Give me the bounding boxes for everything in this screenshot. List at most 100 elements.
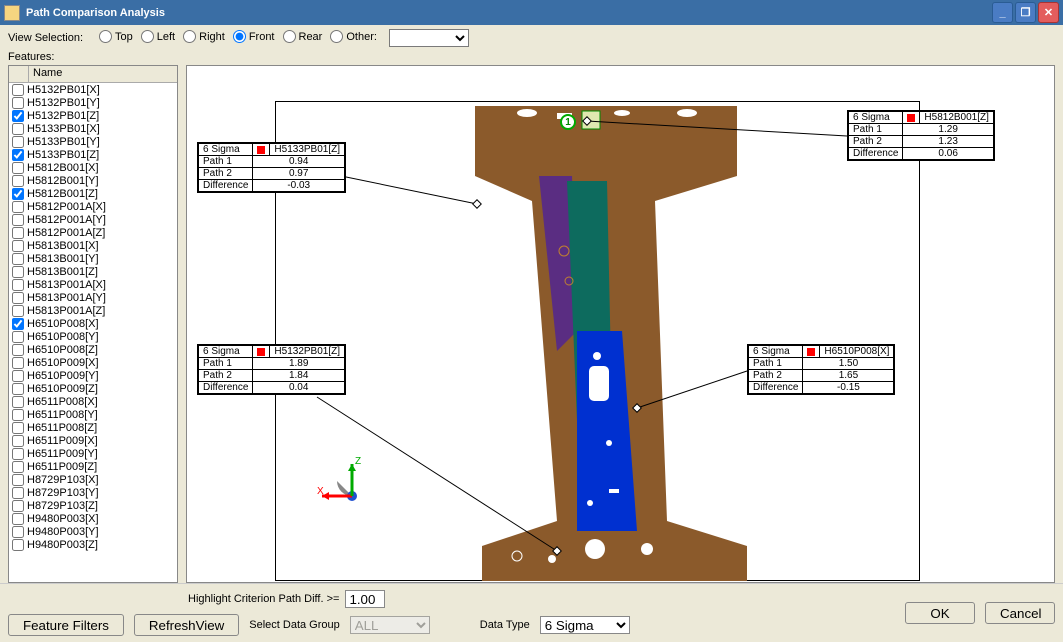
feature-checkbox[interactable]: [12, 162, 24, 174]
feature-checkbox[interactable]: [12, 253, 24, 265]
feature-row[interactable]: H5812B001[Y]: [9, 174, 177, 187]
feature-row[interactable]: H9480P003[X]: [9, 512, 177, 525]
feature-row[interactable]: H5812B001[Z]: [9, 187, 177, 200]
feature-row[interactable]: H6510P008[Y]: [9, 330, 177, 343]
view-radio-left[interactable]: Left: [141, 30, 175, 43]
feature-checkbox[interactable]: [12, 136, 24, 148]
feature-checkbox[interactable]: [12, 435, 24, 447]
callout-c4[interactable]: 6 SigmaH6510P008[X]Path 11.50Path 21.65D…: [747, 344, 895, 395]
cancel-button[interactable]: Cancel: [985, 602, 1055, 624]
feature-filters-button[interactable]: Feature Filters: [8, 614, 124, 636]
feature-row[interactable]: H5133PB01[Y]: [9, 135, 177, 148]
feature-row[interactable]: H9480P003[Y]: [9, 525, 177, 538]
feature-row[interactable]: H6511P009[X]: [9, 434, 177, 447]
feature-row[interactable]: H5813P001A[Z]: [9, 304, 177, 317]
feature-checkbox[interactable]: [12, 487, 24, 499]
feature-row[interactable]: H6511P009[Y]: [9, 447, 177, 460]
feature-checkbox[interactable]: [12, 188, 24, 200]
feature-row[interactable]: H5812B001[X]: [9, 161, 177, 174]
feature-row[interactable]: H6510P008[Z]: [9, 343, 177, 356]
feature-row[interactable]: H5813B001[Z]: [9, 265, 177, 278]
feature-checkbox[interactable]: [12, 422, 24, 434]
feature-row[interactable]: H8729P103[Z]: [9, 499, 177, 512]
view-radio-rear[interactable]: Rear: [283, 30, 323, 43]
feature-checkbox[interactable]: [12, 266, 24, 278]
ok-button[interactable]: OK: [905, 602, 975, 624]
feature-checkbox[interactable]: [12, 370, 24, 382]
feature-checkbox[interactable]: [12, 474, 24, 486]
feature-row[interactable]: H5133PB01[Z]: [9, 148, 177, 161]
feature-checkbox[interactable]: [12, 344, 24, 356]
feature-row[interactable]: H6511P008[X]: [9, 395, 177, 408]
feature-label: H5813P001A[Z]: [27, 305, 105, 317]
maximize-button[interactable]: ❐: [1015, 2, 1036, 23]
feature-checkbox[interactable]: [12, 357, 24, 369]
feature-row[interactable]: H8729P103[X]: [9, 473, 177, 486]
data-type-select[interactable]: 6 Sigma: [540, 616, 630, 634]
feature-checkbox[interactable]: [12, 383, 24, 395]
feature-checkbox[interactable]: [12, 292, 24, 304]
view-radio-front[interactable]: Front: [233, 30, 275, 43]
feature-row[interactable]: H6511P008[Z]: [9, 421, 177, 434]
feature-checkbox[interactable]: [12, 461, 24, 473]
feature-checkbox[interactable]: [12, 214, 24, 226]
callout-c2[interactable]: 6 SigmaH5132PB01[Z]Path 11.89Path 21.84D…: [197, 344, 346, 395]
feature-label: H9480P003[Y]: [27, 526, 99, 538]
feature-checkbox[interactable]: [12, 448, 24, 460]
feature-row[interactable]: H6510P009[Z]: [9, 382, 177, 395]
feature-row[interactable]: H6510P008[X]: [9, 317, 177, 330]
feature-checkbox[interactable]: [12, 123, 24, 135]
feature-checkbox[interactable]: [12, 331, 24, 343]
view-radio-other[interactable]: Other:: [330, 30, 377, 43]
feature-checkbox[interactable]: [12, 500, 24, 512]
feature-row[interactable]: H6510P009[X]: [9, 356, 177, 369]
feature-row[interactable]: H5813P001A[Y]: [9, 291, 177, 304]
feature-checkbox[interactable]: [12, 305, 24, 317]
feature-checkbox[interactable]: [12, 97, 24, 109]
feature-row[interactable]: H5813P001A[X]: [9, 278, 177, 291]
feature-checkbox[interactable]: [12, 409, 24, 421]
refresh-view-button[interactable]: RefreshView: [134, 614, 239, 636]
feature-row[interactable]: H5133PB01[X]: [9, 122, 177, 135]
feature-row[interactable]: H8729P103[Y]: [9, 486, 177, 499]
view-radio-right[interactable]: Right: [183, 30, 225, 43]
feature-checkbox[interactable]: [12, 279, 24, 291]
feature-checkbox[interactable]: [12, 318, 24, 330]
callout-c1[interactable]: 6 SigmaH5133PB01[Z]Path 10.94Path 20.97D…: [197, 142, 346, 193]
feature-label: H5813B001[Z]: [27, 266, 98, 278]
feature-checkbox[interactable]: [12, 240, 24, 252]
feature-checkbox[interactable]: [12, 201, 24, 213]
feature-checkbox[interactable]: [12, 539, 24, 551]
features-list[interactable]: H5132PB01[X]H5132PB01[Y]H5132PB01[Z]H513…: [9, 83, 177, 582]
feature-checkbox[interactable]: [12, 396, 24, 408]
callout-c3[interactable]: 6 SigmaH5812B001[Z]Path 11.29Path 21.23D…: [847, 110, 995, 161]
feature-row[interactable]: H5813B001[X]: [9, 239, 177, 252]
feature-row[interactable]: H6510P009[Y]: [9, 369, 177, 382]
feature-row[interactable]: H5132PB01[Z]: [9, 109, 177, 122]
canvas-area[interactable]: 1 6 SigmaH5133PB01[Z]Path 10.94Path 20.9…: [186, 65, 1055, 583]
feature-checkbox[interactable]: [12, 110, 24, 122]
feature-row[interactable]: H5812P001A[Z]: [9, 226, 177, 239]
feature-checkbox[interactable]: [12, 526, 24, 538]
feature-row[interactable]: H5132PB01[Y]: [9, 96, 177, 109]
feature-row[interactable]: H6511P008[Y]: [9, 408, 177, 421]
feature-checkbox[interactable]: [12, 84, 24, 96]
name-column-header[interactable]: Name: [29, 66, 177, 82]
feature-row[interactable]: H6511P009[Z]: [9, 460, 177, 473]
view-radio-top[interactable]: Top: [99, 30, 133, 43]
feature-row[interactable]: H9480P003[Z]: [9, 538, 177, 551]
feature-row[interactable]: H5813B001[Y]: [9, 252, 177, 265]
feature-checkbox[interactable]: [12, 175, 24, 187]
minimize-button[interactable]: _: [992, 2, 1013, 23]
checkbox-column-header[interactable]: [9, 66, 29, 82]
feature-checkbox[interactable]: [12, 149, 24, 161]
highlight-value-input[interactable]: [345, 590, 385, 608]
feature-row[interactable]: H5812P001A[X]: [9, 200, 177, 213]
feature-checkbox[interactable]: [12, 513, 24, 525]
close-button[interactable]: ✕: [1038, 2, 1059, 23]
other-view-select[interactable]: [389, 29, 469, 47]
feature-label: H8729P103[Y]: [27, 487, 99, 499]
feature-row[interactable]: H5812P001A[Y]: [9, 213, 177, 226]
feature-row[interactable]: H5132PB01[X]: [9, 83, 177, 96]
feature-checkbox[interactable]: [12, 227, 24, 239]
